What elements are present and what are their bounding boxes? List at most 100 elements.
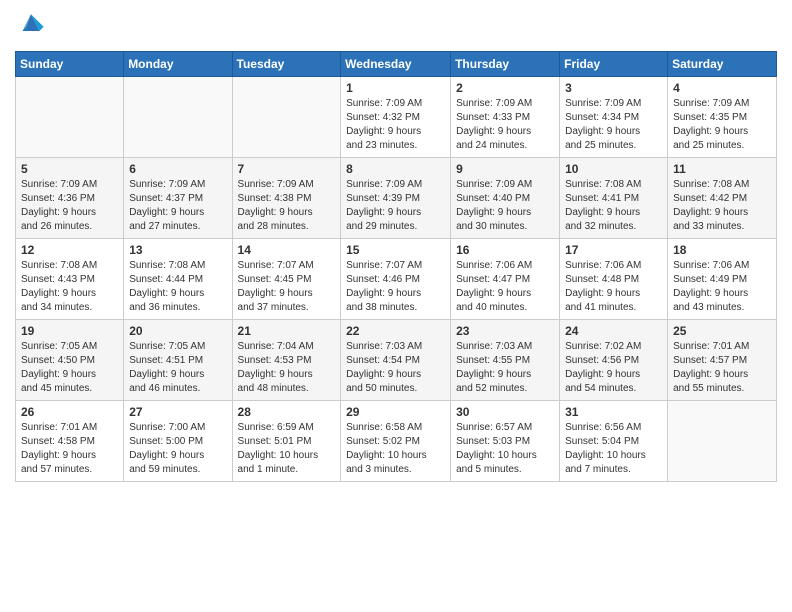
calendar-cell: 20Sunrise: 7:05 AM Sunset: 4:51 PM Dayli…	[124, 320, 232, 401]
day-info: Sunrise: 7:08 AM Sunset: 4:44 PM Dayligh…	[129, 259, 226, 315]
calendar-cell: 30 Sunrise: 6:57 AM Sunset: 5:03 PM Dayli…	[451, 401, 560, 482]
calendar-cell: 28 Sunrise: 6:59 AM Sunset: 5:01 PM Dayli…	[232, 401, 341, 482]
day-number: 16	[456, 243, 554, 257]
weekday-header-thursday: Thursday	[451, 52, 560, 77]
calendar-cell: 14 Sunrise: 7:07 AM Sunset: 4:45 PM Dayli…	[232, 239, 341, 320]
day-number: 25	[673, 324, 771, 338]
calendar-cell: 10Sunrise: 7:08 AM Sunset: 4:41 PM Dayli…	[560, 158, 668, 239]
day-info: Sunrise: 7:09 AM Sunset: 4:32 PM Dayligh…	[346, 97, 445, 153]
day-number: 8	[346, 162, 445, 176]
day-info: Sunrise: 7:00 AM Sunset: 5:00 PM Dayligh…	[129, 421, 226, 477]
calendar-cell: 8 Sunrise: 7:09 AM Sunset: 4:39 PM Daylig…	[341, 158, 451, 239]
weekday-header-tuesday: Tuesday	[232, 52, 341, 77]
calendar-cell: 25 Sunrise: 7:01 AM Sunset: 4:57 PM Dayli…	[668, 320, 777, 401]
week-row-3: 12Sunrise: 7:08 AM Sunset: 4:43 PM Dayli…	[16, 239, 777, 320]
calendar-cell: 4 Sunrise: 7:09 AM Sunset: 4:35 PM Daylig…	[668, 77, 777, 158]
day-info: Sunrise: 7:03 AM Sunset: 4:54 PM Dayligh…	[346, 340, 445, 396]
day-info: Sunrise: 7:04 AM Sunset: 4:53 PM Dayligh…	[238, 340, 336, 396]
weekday-header-row: SundayMondayTuesdayWednesdayThursdayFrid…	[16, 52, 777, 77]
day-number: 14	[238, 243, 336, 257]
day-number: 4	[673, 81, 771, 95]
calendar-cell: 1 Sunrise: 7:09 AM Sunset: 4:32 PM Daylig…	[341, 77, 451, 158]
week-row-1: 1 Sunrise: 7:09 AM Sunset: 4:32 PM Daylig…	[16, 77, 777, 158]
calendar-cell: 22Sunrise: 7:03 AM Sunset: 4:54 PM Dayli…	[341, 320, 451, 401]
day-info: Sunrise: 7:09 AM Sunset: 4:37 PM Dayligh…	[129, 178, 226, 234]
calendar-cell	[124, 77, 232, 158]
page: SundayMondayTuesdayWednesdayThursdayFrid…	[0, 0, 792, 497]
weekday-header-sunday: Sunday	[16, 52, 124, 77]
calendar: SundayMondayTuesdayWednesdayThursdayFrid…	[15, 51, 777, 482]
calendar-cell: 12Sunrise: 7:08 AM Sunset: 4:43 PM Dayli…	[16, 239, 124, 320]
day-number: 28	[238, 405, 336, 419]
day-number: 24	[565, 324, 662, 338]
weekday-header-friday: Friday	[560, 52, 668, 77]
week-row-5: 26Sunrise: 7:01 AM Sunset: 4:58 PM Dayli…	[16, 401, 777, 482]
day-info: Sunrise: 6:57 AM Sunset: 5:03 PM Dayligh…	[456, 421, 554, 477]
calendar-cell: 11 Sunrise: 7:08 AM Sunset: 4:42 PM Dayli…	[668, 158, 777, 239]
day-number: 29	[346, 405, 445, 419]
calendar-cell	[16, 77, 124, 158]
calendar-cell	[232, 77, 341, 158]
calendar-cell: 27Sunrise: 7:00 AM Sunset: 5:00 PM Dayli…	[124, 401, 232, 482]
calendar-cell: 23 Sunrise: 7:03 AM Sunset: 4:55 PM Dayli…	[451, 320, 560, 401]
day-info: Sunrise: 7:06 AM Sunset: 4:47 PM Dayligh…	[456, 259, 554, 315]
day-number: 26	[21, 405, 118, 419]
calendar-cell: 15Sunrise: 7:07 AM Sunset: 4:46 PM Dayli…	[341, 239, 451, 320]
day-info: Sunrise: 7:05 AM Sunset: 4:50 PM Dayligh…	[21, 340, 118, 396]
day-number: 3	[565, 81, 662, 95]
week-row-4: 19 Sunrise: 7:05 AM Sunset: 4:50 PM Dayli…	[16, 320, 777, 401]
calendar-cell: 21 Sunrise: 7:04 AM Sunset: 4:53 PM Dayli…	[232, 320, 341, 401]
calendar-cell: 16 Sunrise: 7:06 AM Sunset: 4:47 PM Dayli…	[451, 239, 560, 320]
day-info: Sunrise: 7:06 AM Sunset: 4:48 PM Dayligh…	[565, 259, 662, 315]
weekday-header-saturday: Saturday	[668, 52, 777, 77]
weekday-header-monday: Monday	[124, 52, 232, 77]
day-number: 15	[346, 243, 445, 257]
day-number: 20	[129, 324, 226, 338]
day-number: 17	[565, 243, 662, 257]
calendar-cell: 2Sunrise: 7:09 AM Sunset: 4:33 PM Daylig…	[451, 77, 560, 158]
day-info: Sunrise: 7:06 AM Sunset: 4:49 PM Dayligh…	[673, 259, 771, 315]
weekday-header-wednesday: Wednesday	[341, 52, 451, 77]
day-number: 1	[346, 81, 445, 95]
calendar-cell: 18Sunrise: 7:06 AM Sunset: 4:49 PM Dayli…	[668, 239, 777, 320]
calendar-cell	[668, 401, 777, 482]
day-number: 31	[565, 405, 662, 419]
day-info: Sunrise: 7:09 AM Sunset: 4:39 PM Dayligh…	[346, 178, 445, 234]
day-number: 12	[21, 243, 118, 257]
day-info: Sunrise: 6:58 AM Sunset: 5:02 PM Dayligh…	[346, 421, 445, 477]
day-info: Sunrise: 7:09 AM Sunset: 4:38 PM Dayligh…	[238, 178, 336, 234]
calendar-cell: 9 Sunrise: 7:09 AM Sunset: 4:40 PM Daylig…	[451, 158, 560, 239]
day-number: 11	[673, 162, 771, 176]
header	[15, 10, 777, 43]
calendar-cell: 17 Sunrise: 7:06 AM Sunset: 4:48 PM Dayli…	[560, 239, 668, 320]
day-info: Sunrise: 6:59 AM Sunset: 5:01 PM Dayligh…	[238, 421, 336, 477]
calendar-cell: 6Sunrise: 7:09 AM Sunset: 4:37 PM Daylig…	[124, 158, 232, 239]
day-info: Sunrise: 7:09 AM Sunset: 4:40 PM Dayligh…	[456, 178, 554, 234]
day-info: Sunrise: 7:07 AM Sunset: 4:45 PM Dayligh…	[238, 259, 336, 315]
day-number: 5	[21, 162, 118, 176]
day-info: Sunrise: 7:08 AM Sunset: 4:42 PM Dayligh…	[673, 178, 771, 234]
calendar-cell: 7 Sunrise: 7:09 AM Sunset: 4:38 PM Daylig…	[232, 158, 341, 239]
day-info: Sunrise: 7:01 AM Sunset: 4:57 PM Dayligh…	[673, 340, 771, 396]
day-number: 7	[238, 162, 336, 176]
calendar-cell: 31Sunrise: 6:56 AM Sunset: 5:04 PM Dayli…	[560, 401, 668, 482]
day-info: Sunrise: 7:09 AM Sunset: 4:35 PM Dayligh…	[673, 97, 771, 153]
calendar-cell: 5 Sunrise: 7:09 AM Sunset: 4:36 PM Daylig…	[16, 158, 124, 239]
day-info: Sunrise: 7:08 AM Sunset: 4:41 PM Dayligh…	[565, 178, 662, 234]
calendar-cell: 29 Sunrise: 6:58 AM Sunset: 5:02 PM Dayli…	[341, 401, 451, 482]
day-number: 30	[456, 405, 554, 419]
day-number: 13	[129, 243, 226, 257]
day-number: 19	[21, 324, 118, 338]
day-info: Sunrise: 7:09 AM Sunset: 4:34 PM Dayligh…	[565, 97, 662, 153]
day-number: 23	[456, 324, 554, 338]
calendar-cell: 26Sunrise: 7:01 AM Sunset: 4:58 PM Dayli…	[16, 401, 124, 482]
day-info: Sunrise: 7:09 AM Sunset: 4:36 PM Dayligh…	[21, 178, 118, 234]
calendar-cell: 3 Sunrise: 7:09 AM Sunset: 4:34 PM Daylig…	[560, 77, 668, 158]
day-number: 9	[456, 162, 554, 176]
calendar-cell: 24 Sunrise: 7:02 AM Sunset: 4:56 PM Dayli…	[560, 320, 668, 401]
day-info: Sunrise: 7:02 AM Sunset: 4:56 PM Dayligh…	[565, 340, 662, 396]
day-number: 21	[238, 324, 336, 338]
day-info: Sunrise: 7:03 AM Sunset: 4:55 PM Dayligh…	[456, 340, 554, 396]
calendar-cell: 13 Sunrise: 7:08 AM Sunset: 4:44 PM Dayli…	[124, 239, 232, 320]
day-info: Sunrise: 7:09 AM Sunset: 4:33 PM Dayligh…	[456, 97, 554, 153]
